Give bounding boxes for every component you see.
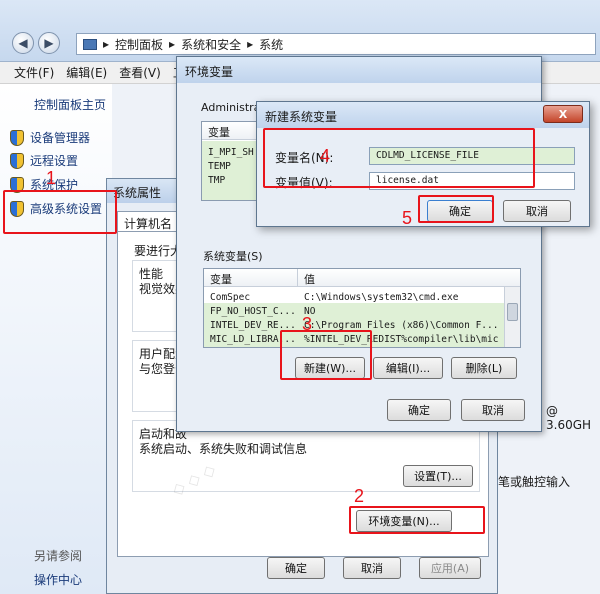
scrollbar-thumb[interactable]	[507, 303, 518, 321]
system-properties-apply-button[interactable]: 应用(A)	[419, 557, 481, 579]
sidebar-home-link[interactable]: 控制面板主页	[34, 96, 106, 113]
touch-info-text: 笔或触控输入	[498, 475, 571, 489]
annotation-number-3: 3	[302, 314, 313, 334]
annotation-box-2	[349, 506, 485, 534]
breadcrumb-control-panel[interactable]: 控制面板	[115, 36, 163, 53]
user-var-row[interactable]: I_MPI_SH	[208, 146, 254, 159]
annotation-number-5: 5	[402, 208, 413, 228]
annotation-box-1	[3, 190, 117, 234]
breadcrumb-separator-icon: ▸	[103, 37, 110, 51]
breadcrumb-separator-icon: ▸	[169, 37, 176, 51]
annotation-number-4: 4	[320, 146, 331, 166]
tab-computer-name[interactable]: 计算机名	[117, 211, 179, 231]
breadcrumb-separator-icon: ▸	[247, 37, 254, 51]
new-variable-cancel-button[interactable]: 取消	[503, 200, 571, 222]
breadcrumb-security[interactable]: 系统和安全	[181, 36, 241, 53]
env-ok-button[interactable]: 确定	[387, 399, 451, 421]
computer-icon	[83, 38, 97, 50]
environment-variables-title: 环境变量	[177, 57, 541, 83]
system-properties-ok-button[interactable]: 确定	[267, 557, 325, 579]
sidebar: 控制面板主页 设备管理器 远程设置 系统保护 高级系统设置 另请参阅 操作中心	[0, 84, 112, 594]
annotation-box-4	[263, 128, 535, 188]
annotation-number-2: 2	[354, 486, 365, 506]
sidebar-item-device-manager[interactable]: 设备管理器	[10, 129, 90, 146]
system-var-name[interactable]: ComSpec	[210, 291, 250, 304]
forward-arrow-icon[interactable]: ▶	[38, 32, 60, 54]
env-delete-button[interactable]: 删除(L)	[451, 357, 517, 379]
user-var-row[interactable]: TMP	[208, 174, 225, 187]
system-vars-group-label: 系统变量(S)	[203, 250, 263, 263]
address-bar[interactable]: ▸ 控制面板 ▸ 系统和安全 ▸ 系统	[76, 33, 596, 55]
annotation-box-5	[418, 195, 494, 223]
system-vars-col-val[interactable]: 值	[298, 269, 520, 287]
annotation-box-3	[280, 330, 372, 380]
system-var-value: C:\Windows\system32\cmd.exe	[304, 292, 459, 303]
intro-text: 要进行大	[134, 244, 183, 258]
see-also-label: 另请参阅	[34, 549, 83, 563]
sidebar-item-label: 设备管理器	[30, 131, 91, 145]
new-variable-title: 新建系统变量	[257, 102, 589, 128]
annotation-number-1: 1	[46, 168, 57, 188]
shield-icon	[10, 152, 24, 169]
sidebar-item-remote[interactable]: 远程设置	[10, 152, 78, 169]
breadcrumb-system[interactable]: 系统	[259, 36, 283, 53]
user-var-row[interactable]: TEMP	[208, 160, 231, 173]
menu-file[interactable]: 文件(F)	[14, 64, 54, 81]
action-center-link[interactable]: 操作中心	[34, 571, 82, 588]
sidebar-item-label: 远程设置	[30, 154, 79, 168]
system-properties-cancel-button[interactable]: 取消	[343, 557, 401, 579]
close-icon[interactable]: X	[543, 105, 583, 123]
system-var-name[interactable]: FP_NO_HOST_C...	[210, 305, 296, 318]
shield-icon	[10, 129, 24, 146]
env-cancel-button[interactable]: 取消	[461, 399, 525, 421]
back-arrow-icon[interactable]: ◀	[12, 32, 34, 54]
cpu-info-text: @ 3.60GH	[546, 404, 592, 432]
system-vars-col-var[interactable]: 变量	[204, 269, 298, 287]
user-vars-group-label: Administra	[201, 101, 261, 114]
menu-edit[interactable]: 编辑(E)	[66, 64, 107, 81]
system-vars-scrollbar[interactable]	[504, 287, 520, 347]
startup-desc: 系统启动、系统失败和调试信息	[139, 442, 308, 456]
startup-settings-button[interactable]: 设置(T)...	[403, 465, 473, 487]
env-edit-button[interactable]: 编辑(I)...	[373, 357, 443, 379]
menu-view[interactable]: 查看(V)	[119, 64, 161, 81]
